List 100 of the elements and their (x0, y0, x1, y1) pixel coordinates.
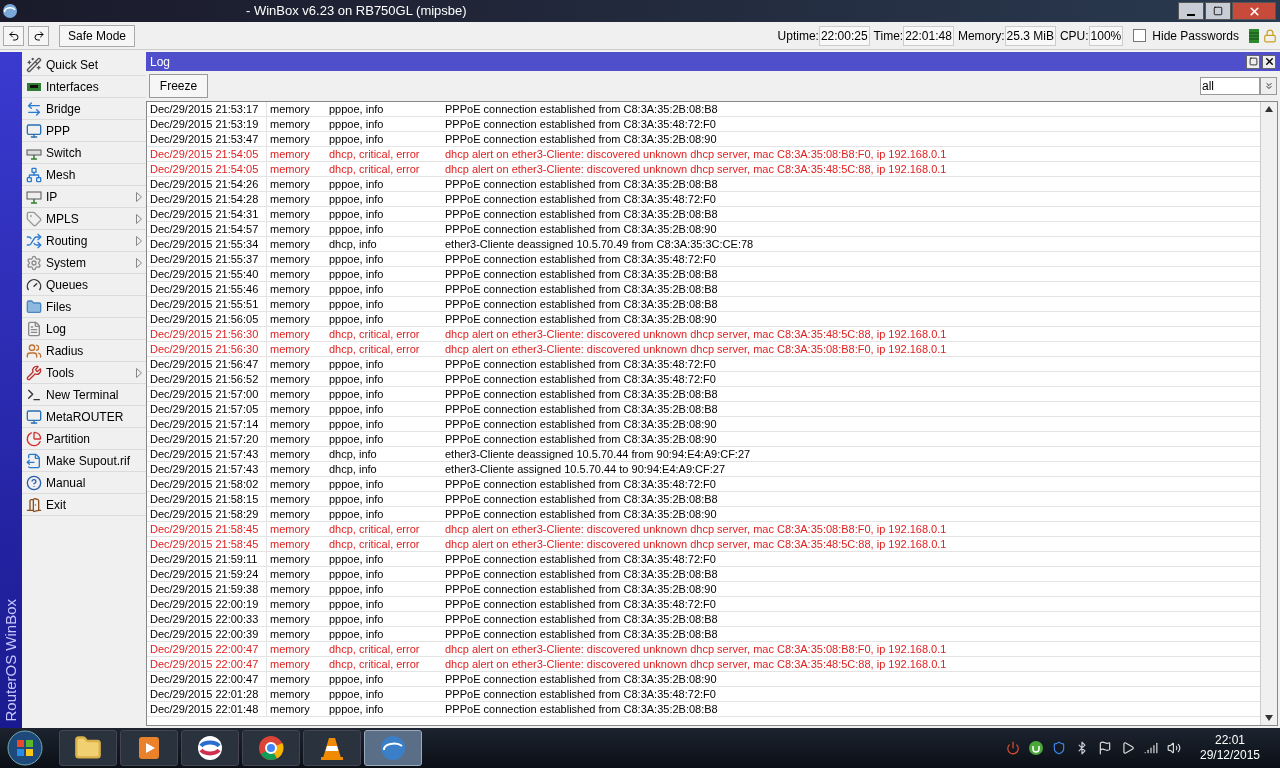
log-row[interactable]: Dec/29/2015 21:55:34 memory dhcp, info ether3-Cliente deassigned 10.5.70.49 from C8:3A:35:3C:CE:78 (147, 237, 1260, 252)
stat-value: 22:00:25 (818, 25, 870, 46)
shield-icon[interactable] (1052, 741, 1066, 755)
buffer-cell-text: memory (269, 206, 311, 222)
log-row[interactable]: Dec/29/2015 21:58:29 memory pppoe, info PPPoE connection established from C8:3A:35:2B:08:90 (147, 507, 1260, 522)
message-cell-text: dhcp alert on ether3-Cliente: discovered unknown dhcp server, mac C8:3A:35:48:5C:88, ip 192.168.0.1 (444, 656, 947, 672)
clock[interactable]: 22:01 29/12/2015 (1190, 733, 1270, 763)
volume-icon[interactable] (1167, 741, 1181, 755)
log-row[interactable]: Dec/29/2015 21:59:24 memory pppoe, info PPPoE connection established from C8:3A:35:2B:08:B8 (147, 567, 1260, 582)
log-row[interactable]: Dec/29/2015 21:58:45 memory dhcp, critical, error dhcp alert on ether3-Cliente: discovered unknown dhcp server, mac C8:3A:35:48:5C:88, ip 192.168.0.1 (147, 537, 1260, 552)
log-row[interactable]: Dec/29/2015 21:59:11 memory pppoe, info PPPoE connection established from C8:3A:35:48:72:F0 (147, 552, 1260, 567)
undo-button[interactable] (3, 25, 24, 46)
flag-icon[interactable] (1098, 741, 1112, 755)
log-row[interactable]: Dec/29/2015 21:57:14 memory pppoe, info PPPoE connection established from C8:3A:35:2B:08:90 (147, 417, 1260, 432)
taskbar-app[interactable] (181, 730, 239, 766)
sidebar-item[interactable]: Switch (22, 142, 146, 164)
topics-cell-text: pppoe, info (328, 221, 385, 237)
log-row[interactable]: Dec/29/2015 22:00:47 memory pppoe, info PPPoE connection established from C8:3A:35:2B:08:90 (147, 672, 1260, 687)
close-button[interactable] (1262, 54, 1276, 69)
log-row[interactable]: Dec/29/2015 21:56:47 memory pppoe, info PPPoE connection established from C8:3A:35:48:72:F0 (147, 357, 1260, 372)
topics-cell-text: pppoe, info (328, 102, 385, 117)
safe-mode-button[interactable]: Safe Mode (59, 24, 136, 47)
topics-cell-text: pppoe, info (328, 296, 385, 312)
log-row[interactable]: Dec/29/2015 21:56:52 memory pppoe, info PPPoE connection established from C8:3A:35:48:72:F0 (147, 372, 1260, 387)
freeze-button[interactable]: Freeze (149, 74, 208, 98)
log-row[interactable]: Dec/29/2015 21:53:17 memory pppoe, info PPPoE connection established from C8:3A:35:2B:08:B8 (147, 102, 1260, 117)
log-row[interactable]: Dec/29/2015 21:57:43 memory dhcp, info ether3-Cliente deassigned 10.5.70.44 from 90:94:E4:A9:CF:27 (147, 447, 1260, 462)
time-cell: Dec/29/2015 21:59:38 (147, 580, 267, 598)
tray-torrent-icon[interactable] (1029, 741, 1043, 755)
mesh-icon (26, 166, 42, 183)
log-row[interactable]: Dec/29/2015 21:53:19 memory pppoe, info PPPoE connection established from C8:3A:35:48:72:F0 (147, 117, 1260, 132)
taskbar-app[interactable] (120, 730, 178, 766)
topics-cell-text: pppoe, info (328, 401, 385, 417)
monitor-icon (26, 408, 42, 425)
buffer-cell-text: memory (269, 266, 311, 282)
log-row[interactable]: Dec/29/2015 21:56:05 memory pppoe, info PPPoE connection established from C8:3A:35:2B:08:90 (147, 312, 1260, 327)
message-cell-text: PPPoE connection established from C8:3A:35:2B:08:B8 (444, 491, 718, 507)
log-row[interactable]: Dec/29/2015 22:01:48 memory pppoe, info PPPoE connection established from C8:3A:35:2B:08:B8 (147, 702, 1260, 717)
taskbar-app[interactable] (59, 730, 117, 766)
taskbar-app[interactable] (303, 730, 361, 766)
log-row[interactable]: Dec/29/2015 22:01:28 memory pppoe, info PPPoE connection established from C8:3A:35:48:72:F0 (147, 687, 1260, 702)
sidebar-item[interactable]: IP (22, 186, 146, 208)
sidebar-item[interactable]: Interfaces (22, 76, 146, 98)
log-row[interactable]: Dec/29/2015 21:59:38 memory pppoe, info PPPoE connection established from C8:3A:35:2B:08:90 (147, 582, 1260, 597)
log-row[interactable]: Dec/29/2015 21:54:57 memory pppoe, info PPPoE connection established from C8:3A:35:2B:08:90 (147, 222, 1260, 237)
tray-app-icon[interactable] (1006, 741, 1020, 755)
log-row[interactable]: Dec/29/2015 22:00:47 memory dhcp, critical, error dhcp alert on ether3-Cliente: discovered unknown dhcp server, mac C8:3A:35:08:B8:F0, ip 192.168.0.1 (147, 642, 1260, 657)
log-row[interactable]: Dec/29/2015 21:55:40 memory pppoe, info PPPoE connection established from C8:3A:35:2B:08:B8 (147, 267, 1260, 282)
time-cell: Dec/29/2015 21:55:37 (147, 250, 267, 268)
start-button[interactable] (5, 728, 45, 768)
hide-passwords-checkbox[interactable] (1133, 29, 1147, 42)
submenu-arrow-icon (136, 257, 142, 268)
redo-button[interactable] (28, 25, 49, 46)
log-row[interactable]: Dec/29/2015 21:57:20 memory pppoe, info PPPoE connection established from C8:3A:35:2B:08:90 (147, 432, 1260, 447)
log-row[interactable]: Dec/29/2015 21:54:05 memory dhcp, critical, error dhcp alert on ether3-Cliente: discovered unknown dhcp server, mac C8:3A:35:48:5C:88, ip 192.168.0.1 (147, 162, 1260, 177)
time-cell: Dec/29/2015 21:58:15 (147, 490, 267, 508)
topics-cell-text: pppoe, info (328, 566, 385, 582)
topics-cell-text: pppoe, info (328, 491, 385, 507)
log-row[interactable]: Dec/29/2015 21:54:26 memory pppoe, info PPPoE connection established from C8:3A:35:2B:08:B8 (147, 177, 1260, 192)
sidebar-item[interactable]: System (22, 252, 146, 274)
log-row[interactable]: Dec/29/2015 21:54:05 memory dhcp, critical, error dhcp alert on ether3-Cliente: discovered unknown dhcp server, mac C8:3A:35:08:B8:F0, ip 192.168.0.1 (147, 147, 1260, 162)
log-row[interactable]: Dec/29/2015 21:58:02 memory pppoe, info PPPoE connection established from C8:3A:35:48:72:F0 (147, 477, 1260, 492)
log-row[interactable]: Dec/29/2015 21:54:31 memory pppoe, info PPPoE connection established from C8:3A:35:2B:08:B8 (147, 207, 1260, 222)
sidebar-item[interactable]: Files (22, 296, 146, 318)
log-row[interactable]: Dec/29/2015 22:00:39 memory pppoe, info PPPoE connection established from C8:3A:35:2B:08:B8 (147, 627, 1260, 642)
time-cell: Dec/29/2015 21:54:57 (147, 220, 267, 238)
topics-cell-text: pppoe, info (328, 176, 385, 192)
signal-icon[interactable] (1144, 741, 1158, 755)
log-row[interactable]: Dec/29/2015 22:00:19 memory pppoe, info PPPoE connection established from C8:3A:35:48:72:F0 (147, 597, 1260, 612)
close-button[interactable] (1232, 2, 1276, 20)
taskbar-app[interactable] (242, 730, 300, 766)
time-cell: Dec/29/2015 21:54:05 (147, 160, 267, 178)
log-row[interactable]: Dec/29/2015 21:55:37 memory pppoe, info PPPoE connection established from C8:3A:35:48:72:F0 (147, 252, 1260, 267)
message-cell-text: PPPoE connection established from C8:3A:35:2B:08:B8 (444, 626, 718, 642)
log-row[interactable]: Dec/29/2015 21:56:30 memory dhcp, critical, error dhcp alert on ether3-Cliente: discovered unknown dhcp server, mac C8:3A:35:08:B8:F0, ip 192.168.0.1 (147, 342, 1260, 357)
log-row[interactable]: Dec/29/2015 21:53:47 memory pppoe, info PPPoE connection established from C8:3A:35:2B:08:90 (147, 132, 1260, 147)
buffer-cell-text: memory (269, 596, 311, 612)
log-row[interactable]: Dec/29/2015 22:00:33 memory pppoe, info PPPoE connection established from C8:3A:35:2B:08:B8 (147, 612, 1260, 627)
topics-cell-text: pppoe, info (328, 131, 385, 147)
scrollbar[interactable] (1260, 102, 1277, 725)
log-row[interactable]: Dec/29/2015 21:56:30 memory dhcp, critical, error dhcp alert on ether3-Cliente: discovered unknown dhcp server, mac C8:3A:35:48:5C:88, ip 192.168.0.1 (147, 327, 1260, 342)
restore-button[interactable] (1246, 54, 1260, 69)
log-row[interactable]: Dec/29/2015 22:00:47 memory dhcp, critical, error dhcp alert on ether3-Cliente: discovered unknown dhcp server, mac C8:3A:35:48:5C:88, ip 192.168.0.1 (147, 657, 1260, 672)
ip-icon (26, 188, 42, 205)
log-row[interactable]: Dec/29/2015 21:58:45 memory dhcp, critical, error dhcp alert on ether3-Cliente: discovered unknown dhcp server, mac C8:3A:35:08:B8:F0, ip 192.168.0.1 (147, 522, 1260, 537)
log-row[interactable]: Dec/29/2015 21:57:00 memory pppoe, info PPPoE connection established from C8:3A:35:2B:08:B8 (147, 387, 1260, 402)
message-cell-text: PPPoE connection established from C8:3A:35:2B:08:90 (444, 581, 717, 597)
time-cell: Dec/29/2015 21:54:31 (147, 205, 267, 223)
sidebar-item[interactable]: Quick Set (22, 54, 146, 76)
log-row[interactable]: Dec/29/2015 21:57:43 memory dhcp, info ether3-Cliente assigned 10.5.70.44 to 90:94:E4:A9:CF:27 (147, 462, 1260, 477)
log-row[interactable]: Dec/29/2015 21:55:51 memory pppoe, info PPPoE connection established from C8:3A:35:2B:08:B8 (147, 297, 1260, 312)
log-row[interactable]: Dec/29/2015 21:54:28 memory pppoe, info PPPoE connection established from C8:3A:35:48:72:F0 (147, 192, 1260, 207)
log-row[interactable]: Dec/29/2015 21:57:05 memory pppoe, info PPPoE connection established from C8:3A:35:2B:08:B8 (147, 402, 1260, 417)
sidebar-item[interactable]: Routing (22, 230, 146, 252)
message-cell-text: PPPoE connection established from C8:3A:35:48:72:F0 (444, 476, 716, 492)
log-row[interactable]: Dec/29/2015 21:55:46 memory pppoe, info PPPoE connection established from C8:3A:35:2B:08:B8 (147, 282, 1260, 297)
minimize-button[interactable] (1178, 2, 1204, 20)
buffer-cell-text: memory (269, 221, 311, 237)
log-row[interactable]: Dec/29/2015 21:58:15 memory pppoe, info PPPoE connection established from C8:3A:35:2B:08:B8 (147, 492, 1260, 507)
maximize-button[interactable] (1205, 2, 1231, 20)
